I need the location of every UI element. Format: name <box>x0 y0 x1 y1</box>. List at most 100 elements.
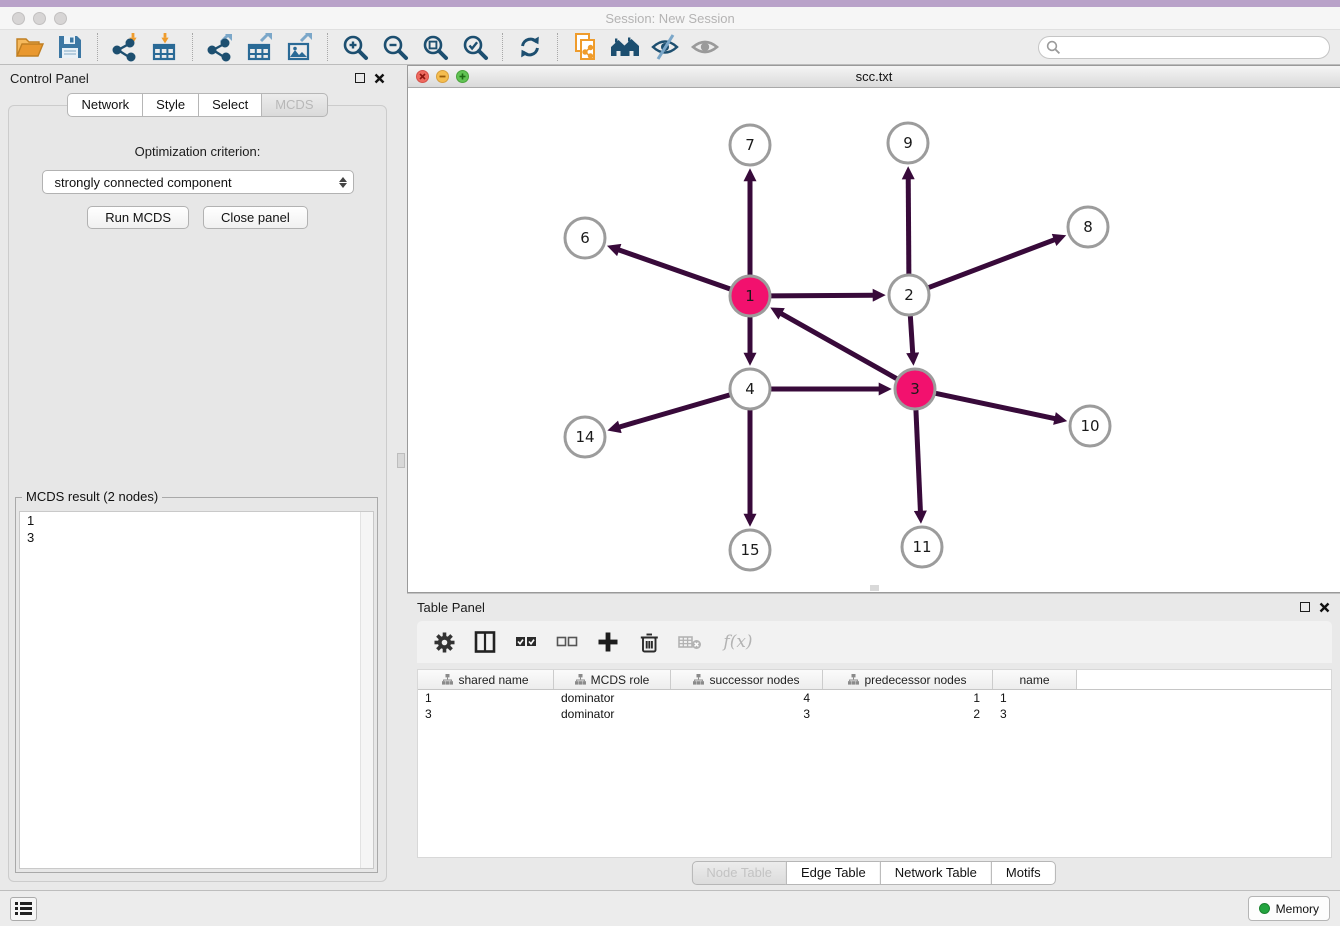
apply-layout-button[interactable] <box>510 31 550 63</box>
criterion-select[interactable]: strongly connected component <box>42 170 354 194</box>
graph-node-9[interactable]: 9 <box>888 123 928 163</box>
graph-edge-2-3[interactable] <box>910 316 912 354</box>
panel-splitter[interactable] <box>395 65 407 890</box>
import-network-button[interactable] <box>105 31 145 63</box>
mcds-result-title: MCDS result (2 nodes) <box>22 489 162 504</box>
tab-network-table[interactable]: Network Table <box>880 861 992 885</box>
mcds-result-list[interactable]: 1 3 <box>19 511 374 869</box>
zoom-fit-icon <box>421 33 449 61</box>
memory-button[interactable]: Memory <box>1248 896 1330 921</box>
svg-text:1: 1 <box>745 287 755 305</box>
deselect-all-button[interactable] <box>554 629 580 655</box>
delete-table-icon <box>677 632 703 652</box>
zoom-fit-button[interactable] <box>415 31 455 63</box>
split-view-button[interactable] <box>472 629 498 655</box>
table-settings-button[interactable] <box>431 629 457 655</box>
graph-node-7[interactable]: 7 <box>730 125 770 165</box>
result-item: 1 <box>20 512 373 529</box>
graph-node-4[interactable]: 4 <box>730 369 770 409</box>
network-document-icon <box>570 32 600 62</box>
column-header-mcds-role[interactable]: MCDS role <box>554 670 671 689</box>
search-input[interactable] <box>1038 36 1330 59</box>
task-history-button[interactable] <box>10 897 37 921</box>
graph-node-15[interactable]: 15 <box>730 530 770 570</box>
add-row-button[interactable] <box>595 629 621 655</box>
graph-node-14[interactable]: 14 <box>565 417 605 457</box>
graph-edge-3-11[interactable] <box>916 410 921 512</box>
select-all-icon <box>514 633 538 651</box>
function-builder-button[interactable]: f(x) <box>718 629 758 655</box>
graph-edge-3-10[interactable] <box>936 393 1056 418</box>
new-network-from-selection-button[interactable] <box>565 31 605 63</box>
table-toolbar: f(x) <box>417 621 1332 663</box>
toolbar-separator <box>557 33 558 61</box>
table-header-row: shared name MCDS role successor nodes <box>418 670 1331 690</box>
graph-node-11[interactable]: 11 <box>902 527 942 567</box>
close-panel-icon[interactable] <box>374 73 385 84</box>
zoom-selected-button[interactable] <box>455 31 495 63</box>
column-header-predecessor-nodes[interactable]: predecessor nodes <box>823 670 993 689</box>
tab-edge-table[interactable]: Edge Table <box>786 861 881 885</box>
deselect-all-icon <box>555 633 579 651</box>
graph-node-10[interactable]: 10 <box>1070 406 1110 446</box>
graph-edge-1-6[interactable] <box>618 250 730 289</box>
export-table-button[interactable] <box>240 31 280 63</box>
maximize-network-button[interactable] <box>456 70 469 83</box>
mcds-panel: Optimization criterion: strongly connect… <box>8 105 387 882</box>
minimize-network-button[interactable] <box>436 70 449 83</box>
graph-edge-3-1[interactable] <box>780 313 896 379</box>
hide-selected-button[interactable] <box>645 31 685 63</box>
column-header-shared-name[interactable]: shared name <box>418 670 554 689</box>
network-canvas[interactable]: 1 2 3 4 6 7 8 9 10 11 14 15 <box>408 88 1340 592</box>
tab-network[interactable]: Network <box>67 93 143 117</box>
control-panel-tabs: Network Style Select MCDS <box>0 93 395 117</box>
delete-row-button[interactable] <box>636 629 662 655</box>
close-table-panel-icon[interactable] <box>1319 602 1330 613</box>
tab-node-table[interactable]: Node Table <box>691 861 787 885</box>
canvas-resize-handle[interactable] <box>870 585 879 591</box>
eye-slash-icon <box>650 32 680 62</box>
app-window: Session: New Session <box>0 0 1340 926</box>
graph-edge-2-9[interactable] <box>908 178 909 274</box>
export-image-button[interactable] <box>280 31 320 63</box>
import-table-button[interactable] <box>145 31 185 63</box>
open-session-button[interactable] <box>10 31 50 63</box>
zoom-out-button[interactable] <box>375 31 415 63</box>
delete-table-button[interactable] <box>677 629 703 655</box>
graph-node-1[interactable]: 1 <box>730 276 770 316</box>
tab-mcds[interactable]: MCDS <box>261 93 327 117</box>
mcds-result-group: MCDS result (2 nodes) 1 3 <box>15 497 378 873</box>
table-row[interactable]: 3 dominator 3 2 3 <box>418 706 1331 722</box>
zoom-in-button[interactable] <box>335 31 375 63</box>
column-header-name[interactable]: name <box>993 670 1077 689</box>
network-window-titlebar[interactable]: scc.txt <box>408 66 1340 88</box>
float-table-panel-icon[interactable] <box>1300 602 1310 612</box>
export-table-icon <box>245 32 275 62</box>
main-toolbar <box>0 29 1340 65</box>
graph-node-3[interactable]: 3 <box>895 369 935 409</box>
first-neighbors-button[interactable] <box>605 31 645 63</box>
close-network-button[interactable] <box>416 70 429 83</box>
show-all-button[interactable] <box>685 31 725 63</box>
graph-node-2[interactable]: 2 <box>889 275 929 315</box>
select-all-button[interactable] <box>513 629 539 655</box>
table-row[interactable]: 1 dominator 4 1 1 <box>418 690 1331 706</box>
graph-node-8[interactable]: 8 <box>1068 207 1108 247</box>
cell-predecessor-nodes: 2 <box>823 707 993 721</box>
save-session-button[interactable] <box>50 31 90 63</box>
run-mcds-button[interactable]: Run MCDS <box>87 206 189 229</box>
column-header-successor-nodes[interactable]: successor nodes <box>671 670 823 689</box>
export-network-button[interactable] <box>200 31 240 63</box>
tab-select[interactable]: Select <box>198 93 262 117</box>
tab-style[interactable]: Style <box>142 93 199 117</box>
close-panel-button[interactable]: Close panel <box>203 206 308 229</box>
float-panel-icon[interactable] <box>355 73 365 83</box>
graph-node-6[interactable]: 6 <box>565 218 605 258</box>
result-scrollbar[interactable] <box>360 512 373 868</box>
graph-edge-2-8[interactable] <box>929 239 1056 287</box>
graph-edge-4-14[interactable] <box>619 395 730 427</box>
main-area: Control Panel Network Style Select MCDS … <box>0 65 1340 890</box>
tab-motifs[interactable]: Motifs <box>991 861 1056 885</box>
splitter-handle[interactable] <box>397 453 405 468</box>
graph-edge-1-2[interactable] <box>771 295 874 296</box>
